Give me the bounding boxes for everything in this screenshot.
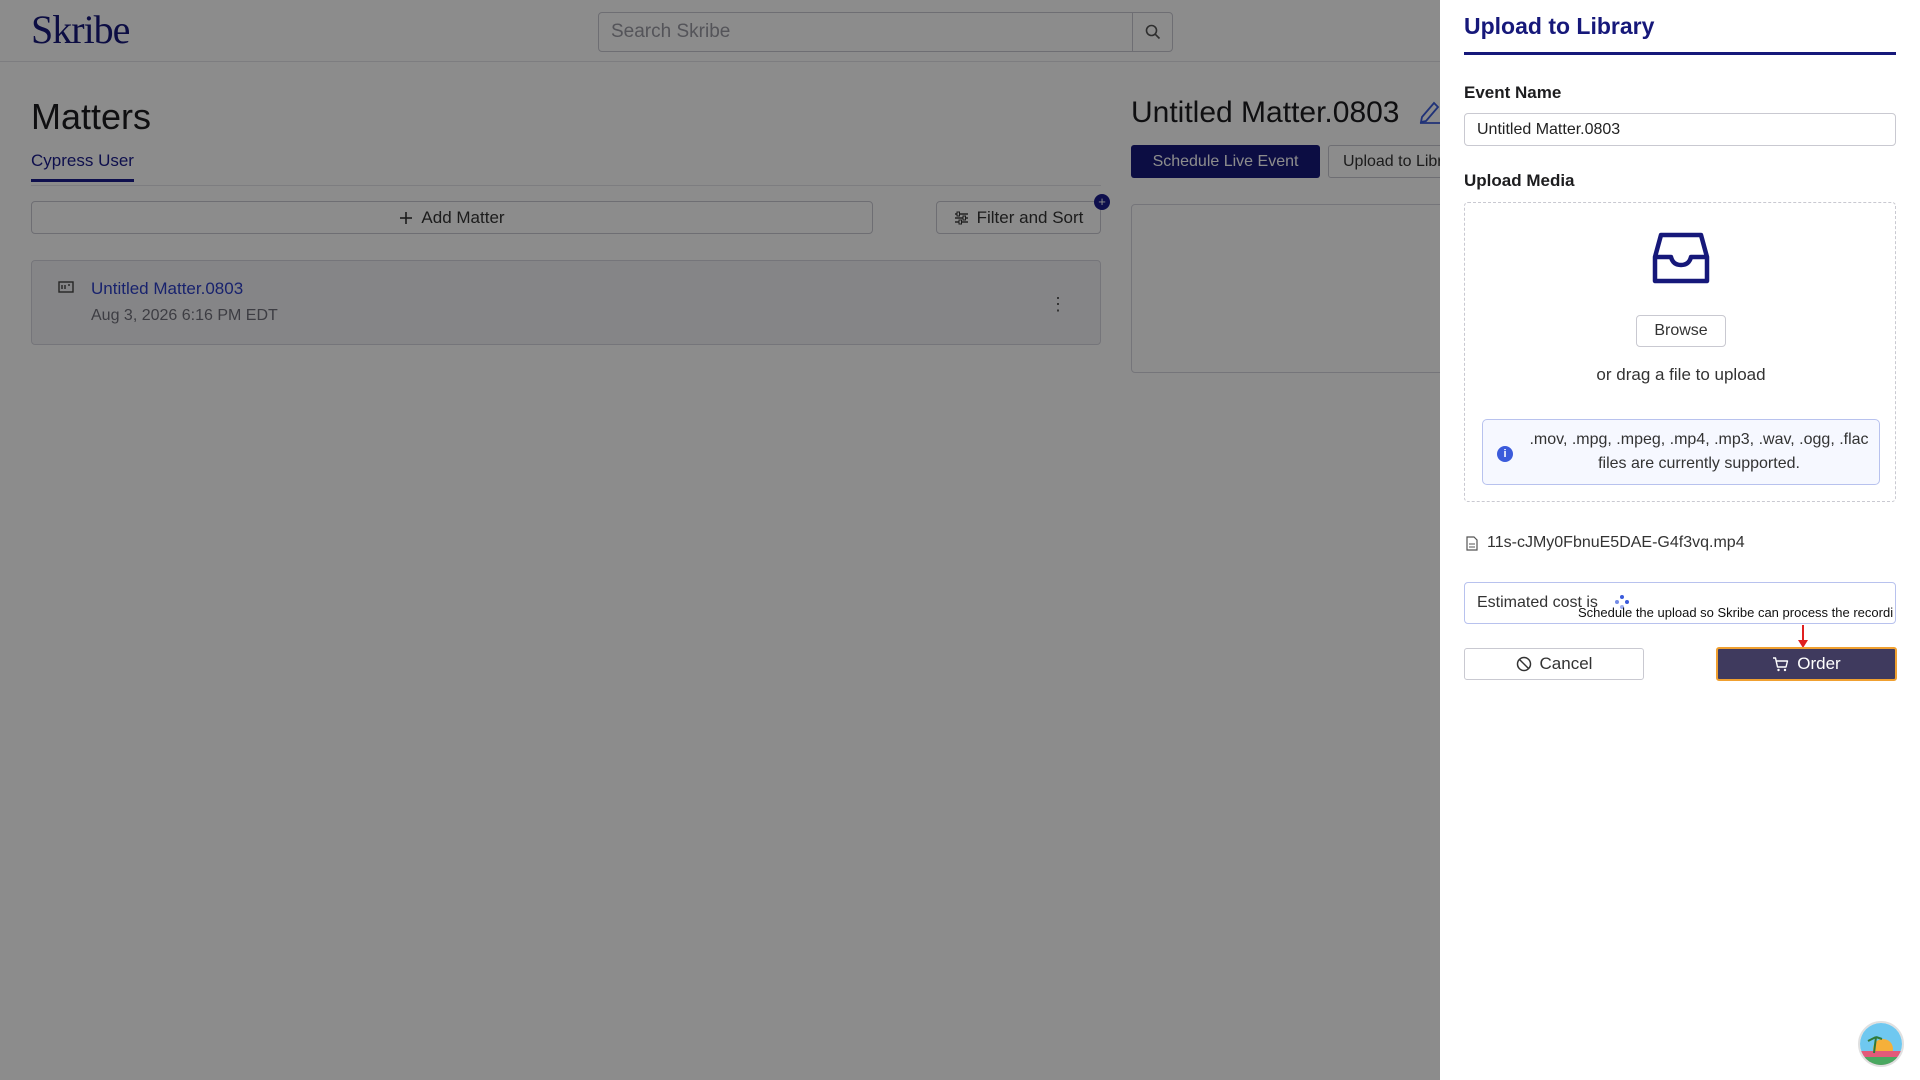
inbox-icon xyxy=(1652,232,1710,284)
cancel-button[interactable]: Cancel xyxy=(1464,648,1644,680)
supported-formats-notice: i .mov, .mpg, .mpeg, .mp4, .mp3, .wav, .… xyxy=(1482,419,1880,485)
info-icon: i xyxy=(1497,446,1513,462)
order-button[interactable]: Order xyxy=(1716,647,1897,681)
upload-drawer: Upload to Library Event Name Upload Medi… xyxy=(1440,0,1920,1080)
drawer-title-rule xyxy=(1464,52,1896,55)
upload-dropzone[interactable]: Browse or drag a file to upload i .mov, … xyxy=(1464,202,1896,502)
file-icon xyxy=(1466,535,1478,551)
modal-overlay[interactable] xyxy=(0,0,1440,1080)
upload-media-label: Upload Media xyxy=(1464,171,1575,190)
annotation-tooltip: Schedule the upload so Skribe can proces… xyxy=(1578,605,1894,620)
avatar-image xyxy=(1860,1023,1902,1065)
cart-icon xyxy=(1773,657,1789,672)
drag-text: or drag a file to upload xyxy=(1596,365,1766,384)
drawer-title: Upload to Library xyxy=(1464,13,1655,39)
event-name-label: Event Name xyxy=(1464,83,1562,102)
supported-formats-text: .mov, .mpg, .mpeg, .mp4, .mp3, .wav, .og… xyxy=(1529,431,1869,472)
order-label: Order xyxy=(1797,654,1841,673)
annotation-arrow-icon xyxy=(1798,625,1808,648)
avatar[interactable] xyxy=(1858,1021,1904,1067)
event-name-field[interactable] xyxy=(1464,113,1896,146)
ban-icon xyxy=(1516,656,1531,672)
selected-file: 11s-cJMy0FbnuE5DAE-G4f3vq.mp4 xyxy=(1466,534,1745,552)
cancel-label: Cancel xyxy=(1539,654,1593,673)
browse-button[interactable]: Browse xyxy=(1636,315,1726,347)
file-name: 11s-cJMy0FbnuE5DAE-G4f3vq.mp4 xyxy=(1487,534,1745,551)
